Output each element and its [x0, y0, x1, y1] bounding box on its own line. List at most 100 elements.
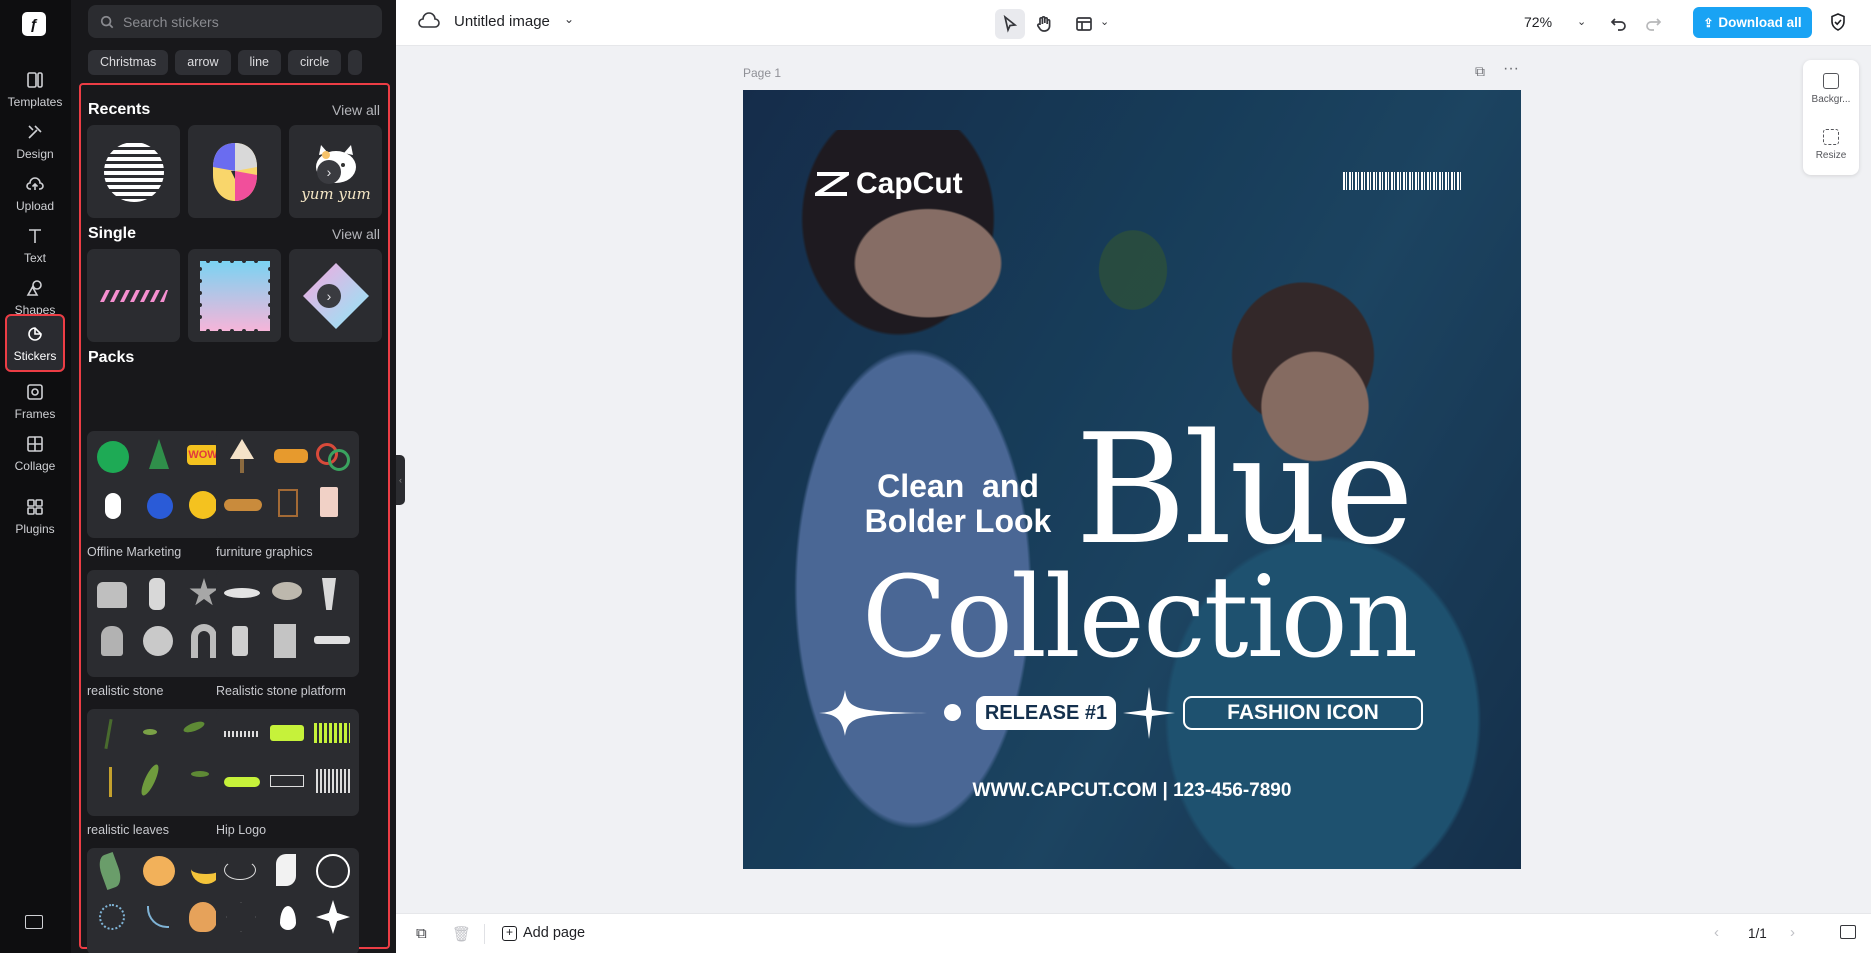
headline-collection: Collection [861, 553, 1418, 683]
top-bar: Untitled image ⌄ ⌄ 72% ⌄ ⇪ Download all [396, 0, 1871, 46]
rail-item-label: Plugins [15, 521, 55, 536]
single-title: Single [88, 225, 137, 242]
background-tool[interactable]: Backgr... [1803, 73, 1859, 105]
chip-line[interactable]: line [237, 50, 281, 75]
pack-offline-marketing[interactable]: WOW Offline Marketing [87, 431, 230, 559]
sticker-striped-line[interactable] [87, 249, 180, 342]
undo-icon [1610, 18, 1626, 31]
hand-tool-button[interactable] [1029, 9, 1059, 39]
pack-hip-logo[interactable]: Hip Logo [216, 709, 359, 837]
sticker-striped-circle[interactable] [87, 125, 180, 218]
delete-page-icon[interactable]: 🗑 [452, 925, 471, 943]
chip-more[interactable] [348, 50, 363, 75]
zoom-chevron-icon[interactable]: ⌄ [1577, 15, 1586, 28]
rail-item-text[interactable]: Text [5, 216, 65, 274]
resize-tool[interactable]: Resize [1803, 129, 1859, 161]
rail-item-collage[interactable]: Collage [5, 424, 65, 482]
page-manager-icon[interactable] [1840, 925, 1856, 939]
stickers-icon [28, 326, 42, 341]
resize-tool-label: Resize [1815, 150, 1847, 161]
rail-item-label: Frames [14, 406, 56, 421]
chip-arrow[interactable]: arrow [175, 50, 231, 75]
title-dropdown-chevron-icon[interactable]: ⌄ [564, 12, 574, 26]
keyboard-icon[interactable] [25, 915, 43, 929]
stickers-content: Recents View all yum yum › Single View a… [79, 83, 390, 953]
search-bar[interactable] [88, 5, 382, 38]
single-view-all[interactable]: View all [332, 226, 380, 242]
tagline-line-2: Bolder Look [864, 503, 1052, 539]
pack-sparkle-shapes[interactable] [216, 848, 359, 953]
next-page-icon[interactable]: › [1790, 924, 1795, 941]
recents-view-all[interactable]: View all [332, 102, 380, 118]
rail-item-label: Templates [7, 94, 63, 109]
rail-item-label: Text [23, 250, 46, 265]
rail-item-label: Collage [14, 458, 56, 473]
design-artboard[interactable]: CapCut Clean and Bolder Look Blue Collec… [743, 90, 1521, 869]
single-next-button[interactable]: › [317, 284, 341, 308]
chip-christmas[interactable]: Christmas [88, 50, 169, 75]
suggestion-chips: Christmas arrow line circle [88, 50, 388, 75]
pack-label: Hip Logo [216, 823, 267, 837]
select-tool-button[interactable] [995, 9, 1025, 39]
dot-icon [944, 704, 961, 721]
duplicate-page-icon[interactable]: ⧉ [1475, 63, 1485, 80]
colorful-blob-sticker [212, 142, 257, 201]
left-rail: ƒ Templates Design Upload Text Shapes St… [0, 0, 71, 953]
resize-icon [1823, 129, 1839, 145]
rail-item-stickers[interactable]: Stickers [5, 314, 65, 372]
contact-line: WWW.CAPCUT.COM | 123-456-7890 [972, 780, 1292, 801]
capcut-logo: CapCut [815, 167, 963, 201]
pack-realistic-leaves[interactable]: realistic leaves [87, 709, 230, 837]
badge-release: RELEASE #1 [976, 696, 1116, 730]
sparkle-left-icon [819, 690, 927, 736]
search-input[interactable] [123, 13, 363, 30]
previous-page-icon[interactable]: ‹ [1714, 924, 1719, 941]
rail-item-templates[interactable]: Templates [5, 60, 65, 118]
download-all-button[interactable]: ⇪ Download all [1693, 7, 1812, 38]
right-tool-card: Backgr... Resize [1803, 60, 1859, 175]
undo-button[interactable] [1604, 9, 1634, 39]
brand-name: CapCut [856, 167, 963, 200]
more-options-icon[interactable]: ··· [1503, 60, 1519, 78]
pack-furniture-graphics[interactable]: furniture graphics [216, 431, 359, 559]
cursor-icon [1003, 15, 1018, 33]
pack-realistic-stone[interactable]: realistic stone [87, 570, 230, 698]
redo-button[interactable] [1638, 9, 1668, 39]
yum-yum-text: yum yum [301, 185, 371, 203]
pack-thumbnail: WOW [87, 431, 230, 538]
pack-thumbnail [216, 709, 359, 816]
shield-check-icon[interactable] [1828, 12, 1848, 32]
search-icon [100, 15, 114, 28]
rail-item-design[interactable]: Design [5, 112, 65, 170]
sticker-colorful-blob[interactable] [188, 125, 281, 218]
pack-label: Realistic stone platform [216, 684, 346, 698]
sticker-stamp-gradient[interactable] [188, 249, 281, 342]
frames-icon [27, 383, 43, 400]
app-logo-icon[interactable]: ƒ [22, 12, 46, 36]
chip-circle[interactable]: circle [288, 50, 342, 75]
layout-tool-button[interactable] [1069, 9, 1099, 39]
sparkle-star-icon [1123, 687, 1175, 739]
rail-item-frames[interactable]: Frames [5, 372, 65, 430]
text-icon [29, 228, 41, 243]
zoom-level[interactable]: 72% [1524, 14, 1552, 30]
recents-next-button[interactable]: › [317, 160, 341, 184]
rail-item-label: Design [16, 146, 54, 161]
pack-organic-shapes[interactable] [87, 848, 230, 953]
rail-item-plugins[interactable]: Plugins [5, 487, 65, 545]
layout-chevron-icon[interactable]: ⌄ [1100, 15, 1109, 28]
pack-thumbnail [87, 570, 230, 677]
pack-realistic-stone-platform[interactable]: Realistic stone platform [216, 570, 359, 698]
pack-label: furniture graphics [216, 545, 313, 559]
collapse-panel-handle[interactable]: ‹ [396, 455, 405, 505]
add-page-button[interactable]: + Add page [502, 925, 585, 941]
badge-fashion-icon: FASHION ICON [1183, 696, 1423, 730]
pack-label: Offline Marketing [87, 545, 182, 559]
rail-item-label: Upload [15, 198, 55, 213]
rail-item-upload[interactable]: Upload [5, 164, 65, 222]
duplicate-page-button-icon[interactable]: ⧉ [416, 925, 427, 942]
document-title[interactable]: Untitled image [454, 13, 550, 30]
collage-icon [27, 435, 43, 452]
cloud-saved-icon[interactable] [418, 12, 440, 30]
download-icon: ⇪ [1703, 15, 1714, 30]
